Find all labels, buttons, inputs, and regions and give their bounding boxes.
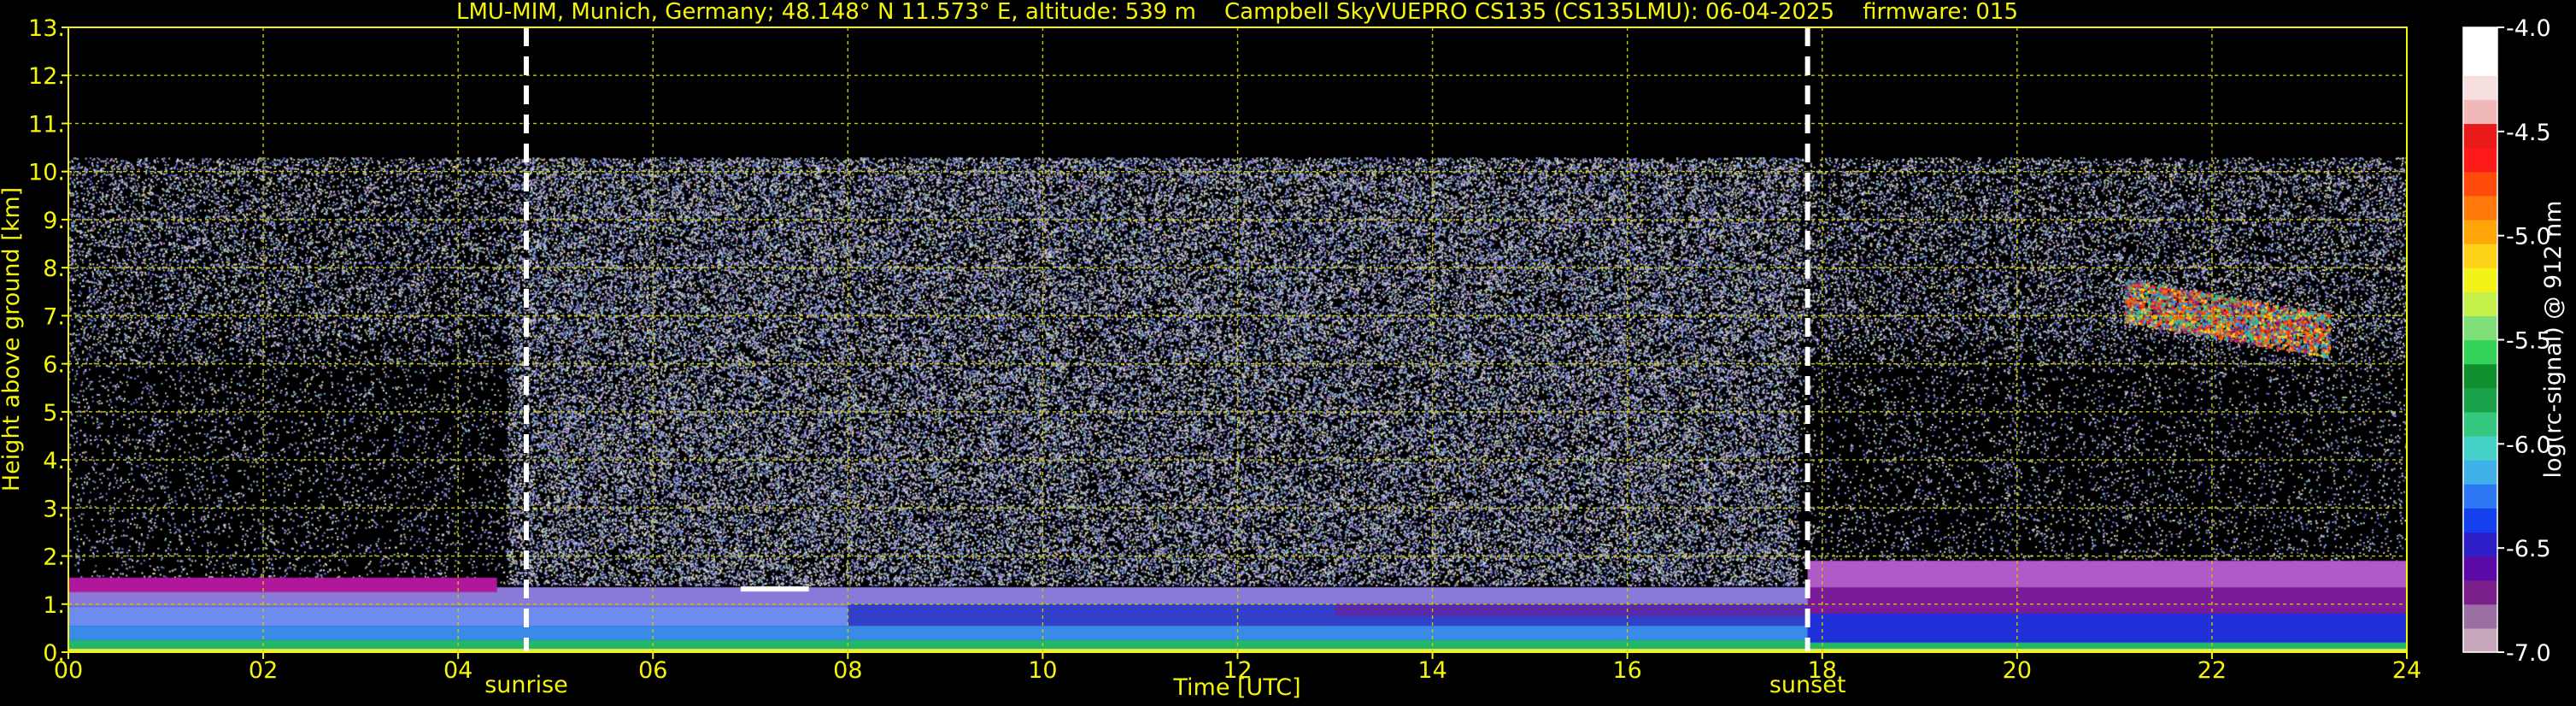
colorbar-segment bbox=[2463, 51, 2497, 76]
colorbar-tick-label: -4.5 bbox=[2506, 120, 2551, 146]
backscatter-image bbox=[68, 27, 2407, 652]
colorbar-segment bbox=[2463, 339, 2497, 365]
colorbar-segment bbox=[2463, 460, 2497, 485]
colorbar-tick-label: -7.0 bbox=[2506, 640, 2551, 667]
y-tick-label: 5. bbox=[43, 400, 65, 427]
colorbar-segment bbox=[2463, 508, 2497, 533]
x-tick-label: 24 bbox=[2392, 657, 2421, 684]
colorbar-segment bbox=[2463, 291, 2497, 316]
ceilometer-chart: LMU-MIM, Munich, Germany; 48.148° N 11.5… bbox=[0, 0, 2567, 701]
sunrise-label: sunrise bbox=[484, 672, 568, 698]
y-tick-label: 2. bbox=[43, 544, 65, 571]
colorbar-segment bbox=[2463, 195, 2497, 221]
colorbar-tick-label: -4.0 bbox=[2506, 15, 2551, 42]
y-tick-label: 12. bbox=[28, 63, 65, 90]
x-axis-label: Time [UTC] bbox=[1172, 674, 1300, 701]
x-tick-label: 20 bbox=[2003, 657, 2032, 684]
y-axis-label: Height above ground [km] bbox=[0, 187, 25, 491]
colorbar-segment bbox=[2463, 435, 2497, 461]
colorbar-segment bbox=[2463, 75, 2497, 100]
y-tick-label: 7. bbox=[43, 303, 65, 330]
y-tick-label: 8. bbox=[43, 256, 65, 282]
x-tick-label: 06 bbox=[638, 657, 667, 684]
x-tick-label: 08 bbox=[833, 657, 862, 684]
chart-title: LMU-MIM, Munich, Germany; 48.148° N 11.5… bbox=[456, 0, 2018, 25]
x-tick-label: 02 bbox=[249, 657, 278, 684]
colorbar-segment bbox=[2463, 603, 2497, 629]
colorbar-segment bbox=[2463, 147, 2497, 173]
x-tick-label: 04 bbox=[443, 657, 472, 684]
y-tick-label: 0. bbox=[43, 640, 65, 667]
colorbar-segment bbox=[2463, 484, 2497, 509]
colorbar-segment bbox=[2463, 627, 2497, 653]
x-tick-label: 16 bbox=[1612, 657, 1641, 684]
y-tick-label: 9. bbox=[43, 208, 65, 234]
colorbar-segment bbox=[2463, 315, 2497, 341]
colorbar-label: log(rc-signal) @ 912 nm bbox=[2540, 201, 2567, 479]
colorbar-segment bbox=[2463, 123, 2497, 149]
backscatter-field bbox=[68, 27, 2407, 652]
colorbar-segment bbox=[2463, 411, 2497, 437]
colorbar-segment bbox=[2463, 171, 2497, 197]
colorbar-segment bbox=[2463, 387, 2497, 413]
y-tick-label: 10. bbox=[28, 160, 65, 186]
y-tick-label: 1. bbox=[43, 592, 65, 619]
y-tick-label: 4. bbox=[43, 448, 65, 474]
colorbar-segment bbox=[2463, 99, 2497, 125]
x-tick-label: 18 bbox=[1808, 657, 1837, 684]
colorbar-segment bbox=[2463, 556, 2497, 581]
x-tick-label: 22 bbox=[2198, 657, 2227, 684]
x-tick-label: 10 bbox=[1028, 657, 1057, 684]
colorbar-segment bbox=[2463, 363, 2497, 389]
colorbar-segment bbox=[2463, 580, 2497, 605]
y-axis: 0. 1. 2. 3. 4. 5. 6. 7. 8. 9. 10. 11. 12. 13. bbox=[28, 15, 68, 667]
colorbar-segment bbox=[2463, 27, 2497, 52]
colorbar-segment bbox=[2463, 532, 2497, 557]
x-tick-label: 14 bbox=[1417, 657, 1446, 684]
colorbar-tick-label: -6.5 bbox=[2506, 536, 2551, 562]
colorbar: -4.0-4.5-5.0-5.5-6.0-6.5-7.0 bbox=[2462, 15, 2551, 667]
y-tick-label: 11. bbox=[28, 111, 65, 138]
y-tick-label: 3. bbox=[43, 496, 65, 522]
colorbar-segment bbox=[2463, 268, 2497, 292]
colorbar-segment bbox=[2463, 219, 2497, 244]
colorbar-segment bbox=[2463, 244, 2497, 268]
y-tick-label: 13. bbox=[28, 15, 65, 42]
y-tick-label: 6. bbox=[43, 352, 65, 379]
